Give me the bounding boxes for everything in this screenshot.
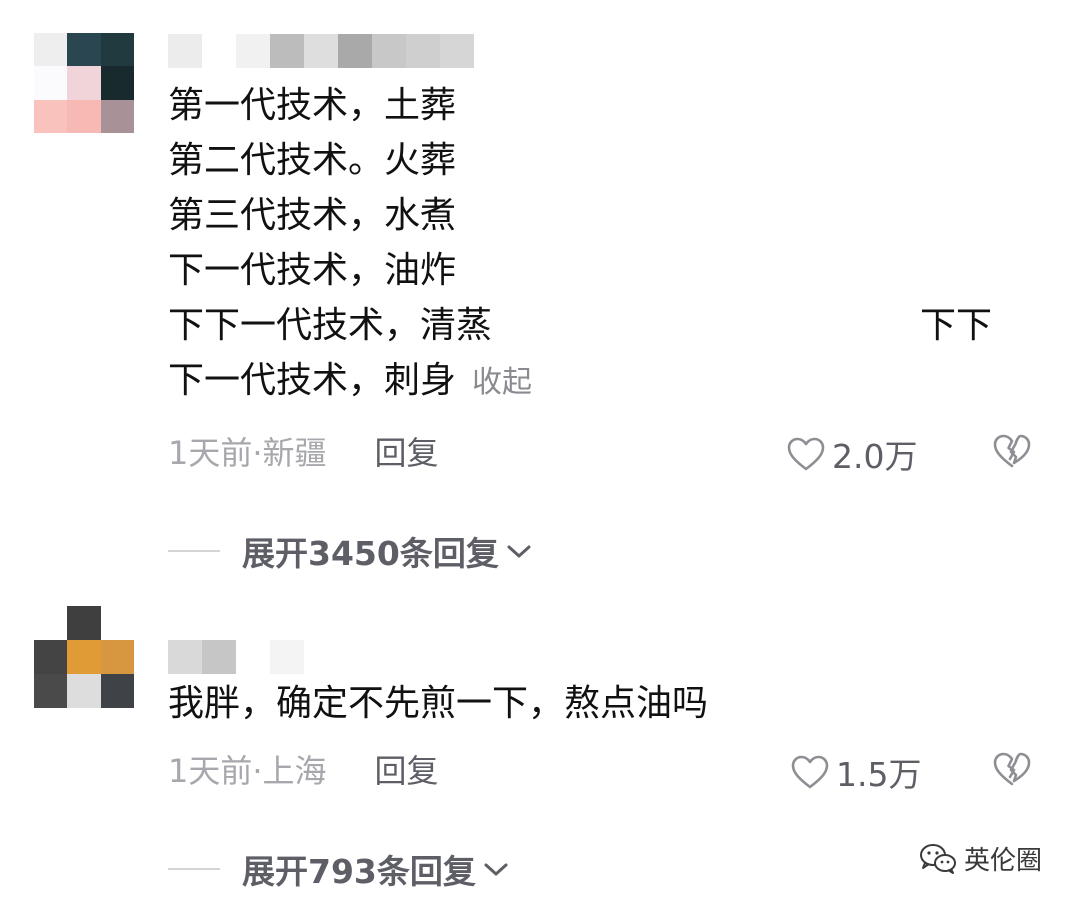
- like-count: 2.0万: [832, 437, 918, 476]
- avatar-pixel: [100, 674, 134, 708]
- comment-line: 第一代技术，土葬: [168, 85, 457, 126]
- avatar-pixel: [34, 674, 68, 708]
- avatar-pixel: [34, 33, 68, 67]
- time-location: 1天前·新疆: [168, 434, 327, 472]
- avatar-pixel: [100, 66, 134, 100]
- broken-heart-icon: [993, 752, 1031, 786]
- expand-replies-label: 展开793条回复: [242, 852, 476, 891]
- reply-button[interactable]: 回复: [375, 428, 439, 474]
- comment-line: 第三代技术，水煮: [168, 195, 457, 236]
- avatar-pixel: [100, 640, 134, 674]
- avatar-pixel: [67, 606, 101, 640]
- avatar-pixel: [67, 640, 101, 674]
- avatar-pixel: [34, 640, 68, 674]
- username-pixel: [338, 34, 372, 68]
- comment-meta: 1天前·上海 回复: [168, 746, 439, 792]
- comment-line: 我胖，确定不先煎一下，熬点油吗: [168, 683, 709, 724]
- chevron-down-icon: [484, 863, 508, 876]
- avatar-pixel: [34, 606, 68, 640]
- expand-replies-button[interactable]: 展开3450条回复: [168, 527, 533, 575]
- username-pixel: [270, 640, 304, 674]
- avatar[interactable]: [34, 33, 134, 133]
- like-count: 1.5万: [836, 755, 922, 794]
- expand-replies-label: 展开3450条回复: [242, 534, 499, 573]
- username-pixel: [372, 34, 406, 68]
- username-pixel: [202, 34, 236, 68]
- avatar[interactable]: [34, 606, 134, 708]
- divider: [168, 868, 220, 870]
- comment-meta: 1天前·新疆 回复: [168, 428, 439, 474]
- broken-heart-icon: [993, 434, 1031, 468]
- comment-text: 我胖，确定不先煎一下，熬点油吗: [168, 676, 708, 731]
- comment-line: 下一代技术，刺身 收起: [168, 353, 1028, 408]
- username-pixel: [168, 640, 202, 674]
- comment-line-text: 下一代技术，刺身: [168, 360, 457, 401]
- comment-line: 第二代技术。火葬: [168, 140, 457, 181]
- chevron-down-icon: [507, 545, 531, 558]
- comment-item: 第一代技术，土葬 第二代技术。火葬 第三代技术，水煮 下一代技术，油炸 下下一代…: [0, 0, 1080, 600]
- like-button[interactable]: 1.5万: [790, 748, 921, 796]
- reply-button[interactable]: 回复: [375, 746, 439, 792]
- avatar-pixel: [67, 674, 101, 708]
- avatar-pixel: [100, 99, 134, 133]
- avatar-pixel: [100, 33, 134, 67]
- avatar-pixel: [67, 66, 101, 100]
- comment-line: 下下一代技术，清蒸 下下: [168, 298, 1028, 353]
- like-button[interactable]: 2.0万: [786, 430, 917, 478]
- watermark-text: 英伦圈: [964, 846, 1043, 876]
- expand-replies-button[interactable]: 展开793条回复: [168, 845, 510, 893]
- comment-line-text: 下下一代技术，清蒸: [168, 305, 493, 346]
- dislike-button[interactable]: [992, 433, 1032, 473]
- heart-icon: [787, 437, 825, 471]
- avatar-pixel: [34, 66, 68, 100]
- username-pixel: [168, 34, 202, 68]
- wechat-icon: [920, 843, 956, 874]
- divider: [168, 550, 220, 552]
- comment-text: 第一代技术，土葬 第二代技术。火葬 第三代技术，水煮 下一代技术，油炸 下下一代…: [168, 78, 1028, 408]
- time-location: 1天前·上海: [168, 752, 327, 790]
- collapse-button[interactable]: 收起: [472, 365, 532, 400]
- avatar-pixel: [67, 33, 101, 67]
- username-pixel: [304, 34, 338, 68]
- heart-icon: [791, 755, 829, 789]
- username-pixel: [202, 640, 236, 674]
- username-pixel: [270, 34, 304, 68]
- username-pixel: [406, 34, 440, 68]
- username-pixel: [440, 34, 474, 68]
- avatar-pixel: [100, 606, 134, 640]
- username-blurred[interactable]: [168, 34, 474, 68]
- dislike-button[interactable]: [992, 751, 1032, 791]
- avatar-pixel: [34, 99, 68, 133]
- comment-line: 下一代技术，油炸: [168, 250, 457, 291]
- comment-tail-text: 下下: [920, 305, 993, 346]
- username-pixel: [236, 640, 270, 674]
- username-pixel: [236, 34, 270, 68]
- watermark: 英伦圈: [918, 840, 1042, 877]
- username-blurred[interactable]: [168, 640, 304, 674]
- avatar-pixel: [67, 99, 101, 133]
